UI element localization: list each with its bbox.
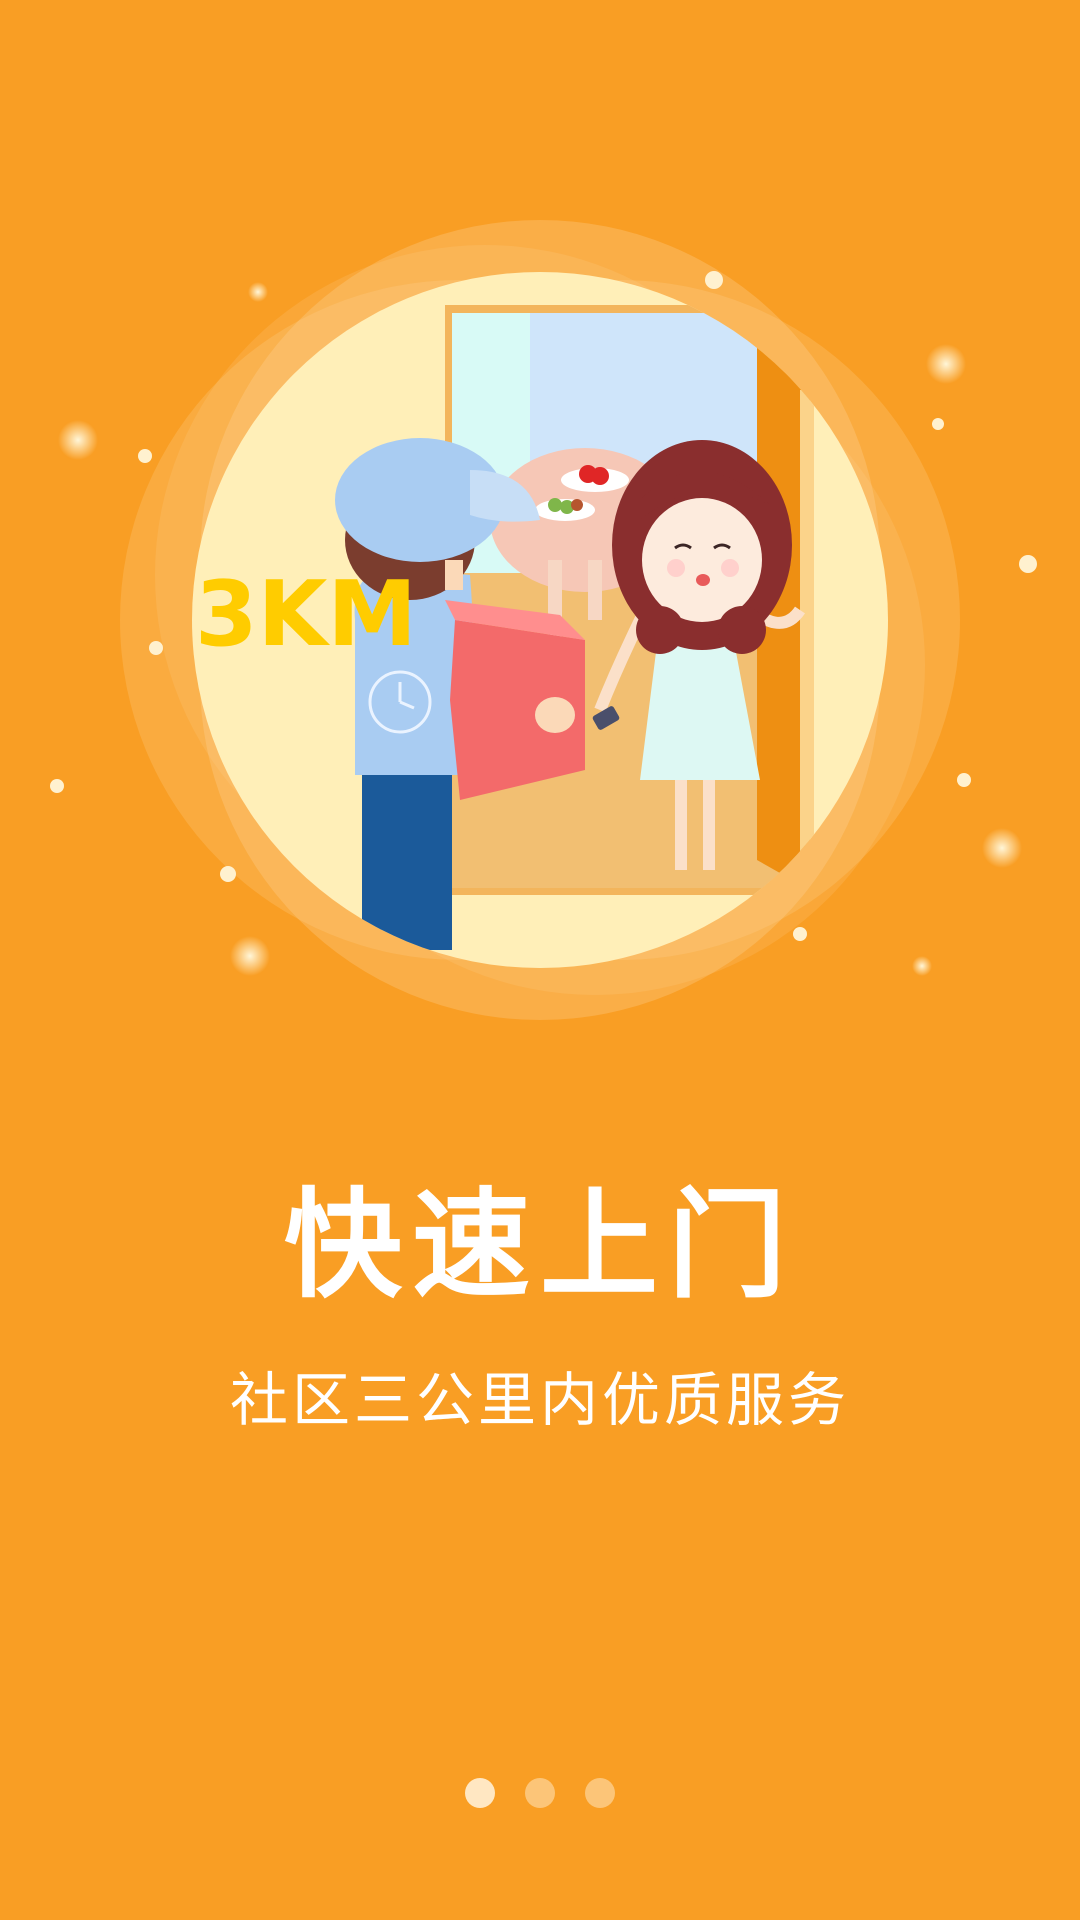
delivery-illustration: 3KM [50, 220, 1037, 1020]
page-dot-1[interactable] [465, 1778, 495, 1808]
onboarding-screen[interactable]: 3KM 快速上门 社区三公里内优质服务 [0, 0, 1080, 1920]
page-indicator [0, 1778, 1080, 1808]
distance-label: 3KM [195, 562, 417, 667]
page-dot-3[interactable] [585, 1778, 615, 1808]
onboarding-title: 快速上门 [283, 1176, 796, 1314]
onboarding-subtitle: 社区三公里内优质服务 [229, 1366, 850, 1434]
page-dot-2[interactable] [525, 1778, 555, 1808]
